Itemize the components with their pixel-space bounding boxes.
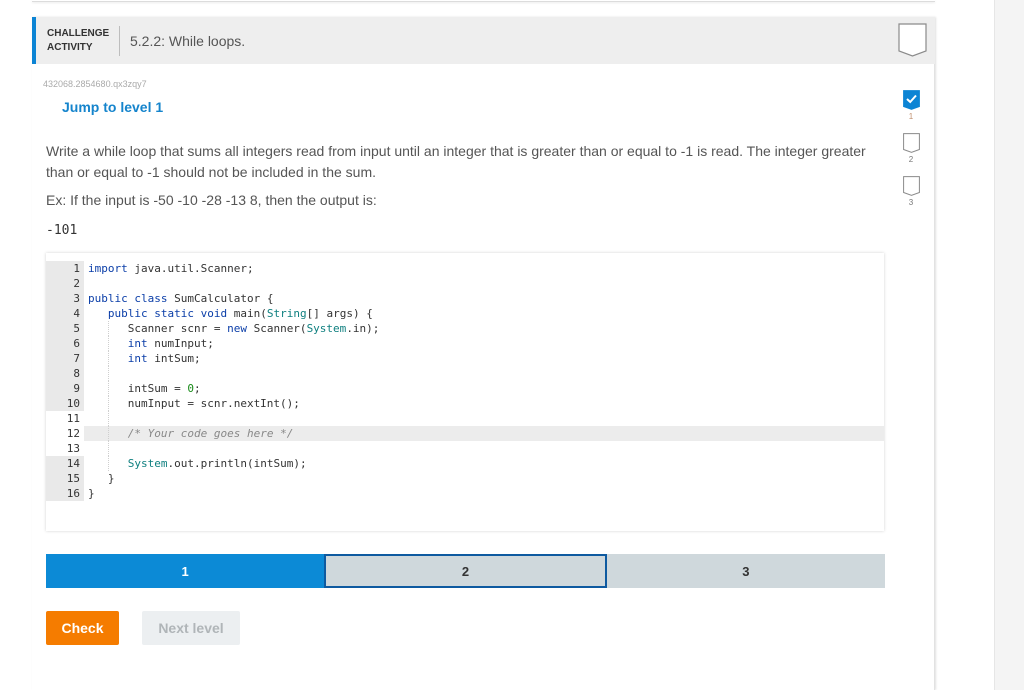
- challenge-activity-card: CHALLENGE ACTIVITY 5.2.2: While loops. 4…: [32, 17, 935, 690]
- code-text[interactable]: [84, 411, 884, 426]
- code-text: System.out.println(intSum);: [84, 456, 884, 471]
- code-line[interactable]: 7 int intSum;: [46, 351, 884, 366]
- line-number: 15: [46, 471, 84, 486]
- line-number: 16: [46, 486, 84, 501]
- code-line[interactable]: 8: [46, 366, 884, 381]
- level-progress-bar: 123: [46, 554, 885, 588]
- code-text: Scanner scnr = new Scanner(System.in);: [88, 321, 380, 336]
- level-item-2[interactable]: 2: [891, 133, 931, 176]
- code-line[interactable]: 2: [46, 276, 884, 291]
- code-text: }: [88, 487, 95, 500]
- code-text: intSum = 0;: [88, 381, 201, 396]
- indent-guide: [107, 336, 109, 351]
- card-header: CHALLENGE ACTIVITY 5.2.2: While loops.: [32, 17, 935, 64]
- code-text: import java.util.Scanner;: [88, 262, 254, 275]
- level-item-1[interactable]: 1: [891, 90, 931, 133]
- line-number: 7: [46, 351, 84, 366]
- code-text[interactable]: /* Your code goes here */: [84, 426, 884, 441]
- check-button[interactable]: Check: [46, 611, 119, 645]
- line-number: 14: [46, 456, 84, 471]
- code-text: public class SumCalculator {: [88, 292, 274, 305]
- example-text: Ex: If the input is -50 -10 -28 -13 8, t…: [46, 192, 377, 208]
- code-text: public static void main(String[] args) {: [107, 307, 373, 320]
- line-number: 10: [46, 396, 84, 411]
- progress-segment-3[interactable]: 3: [606, 554, 885, 588]
- code-text: numInput = scnr.nextInt();: [88, 396, 300, 411]
- line-number: 8: [46, 366, 84, 381]
- level-completed-check-icon: [902, 90, 920, 110]
- indent-guide: [107, 351, 109, 366]
- page-right-gutter: [994, 0, 1024, 690]
- progress-segment-1[interactable]: 1: [46, 554, 325, 588]
- code-line[interactable]: 4 public static void main(String[] args)…: [46, 306, 884, 321]
- code-line[interactable]: 1 import java.util.Scanner;: [46, 261, 884, 276]
- indent-guide: [107, 456, 109, 471]
- completion-badge-icon: [898, 23, 927, 57]
- code-text: }: [88, 472, 115, 485]
- level-empty-badge-icon: [902, 176, 920, 196]
- progress-segment-2[interactable]: 2: [324, 554, 607, 588]
- activity-kind-line1: CHALLENGE: [47, 27, 110, 39]
- previous-card-edge: [32, 0, 935, 2]
- line-number: 6: [46, 336, 84, 351]
- code-line[interactable]: 9 intSum = 0;: [46, 381, 884, 396]
- header-divider: [119, 25, 120, 56]
- indent-guide: [107, 411, 109, 426]
- line-number: 5: [46, 321, 84, 336]
- indent-guide: [107, 426, 109, 441]
- code-line[interactable]: 15 }: [46, 471, 884, 486]
- prompt-text: Write a while loop that sums all integer…: [46, 143, 866, 180]
- code-line[interactable]: 6 int numInput;: [46, 336, 884, 351]
- level-list: 1 2 3: [891, 90, 931, 219]
- code-text: int numInput;: [84, 336, 884, 351]
- level-number: 2: [908, 155, 914, 164]
- code-line[interactable]: 5 Scanner scnr = new Scanner(System.in);: [46, 321, 884, 336]
- line-number: 4: [46, 306, 84, 321]
- activity-kind: CHALLENGE ACTIVITY: [47, 27, 109, 55]
- code-line[interactable]: 10 numInput = scnr.nextInt();: [46, 396, 884, 411]
- code-line[interactable]: 13: [46, 441, 884, 456]
- next-level-button[interactable]: Next level: [142, 611, 240, 645]
- code-line[interactable]: 3 public class SumCalculator {: [46, 291, 884, 306]
- code-text: int intSum;: [84, 351, 884, 366]
- line-number: 13: [46, 441, 84, 456]
- code-editor[interactable]: 1 import java.util.Scanner; 2 3 public class…: [46, 253, 884, 531]
- level-number: 1: [908, 112, 914, 121]
- code-text: [84, 366, 884, 381]
- indent-guide: [107, 321, 109, 336]
- indent-guide: [107, 381, 109, 396]
- code-line[interactable]: 16}: [46, 486, 884, 501]
- indent-guide: [107, 441, 109, 456]
- level-number: 3: [908, 198, 914, 207]
- line-number: 9: [46, 381, 84, 396]
- jump-to-level-link[interactable]: Jump to level 1: [62, 99, 163, 115]
- indent-guide: [107, 366, 109, 381]
- level-empty-badge-icon: [902, 133, 920, 153]
- activity-title: 5.2.2: While loops.: [130, 32, 246, 49]
- code-line[interactable]: 11: [46, 411, 884, 426]
- expected-output: -101: [46, 223, 78, 238]
- level-item-3[interactable]: 3: [891, 176, 931, 219]
- line-number: 3: [46, 291, 84, 306]
- code-line[interactable]: 12 /* Your code goes here */: [46, 426, 884, 441]
- line-number: 12: [46, 426, 84, 441]
- line-number: 11: [46, 411, 84, 426]
- code-text[interactable]: [84, 441, 884, 456]
- indent-guide: [107, 396, 109, 411]
- code-line[interactable]: 14 System.out.println(intSum);: [46, 456, 884, 471]
- line-number: 1: [46, 261, 84, 276]
- line-number: 2: [46, 276, 84, 291]
- activity-id: 432068.2854680.qx3zqy7: [43, 79, 147, 89]
- activity-kind-line2: ACTIVITY: [47, 41, 93, 53]
